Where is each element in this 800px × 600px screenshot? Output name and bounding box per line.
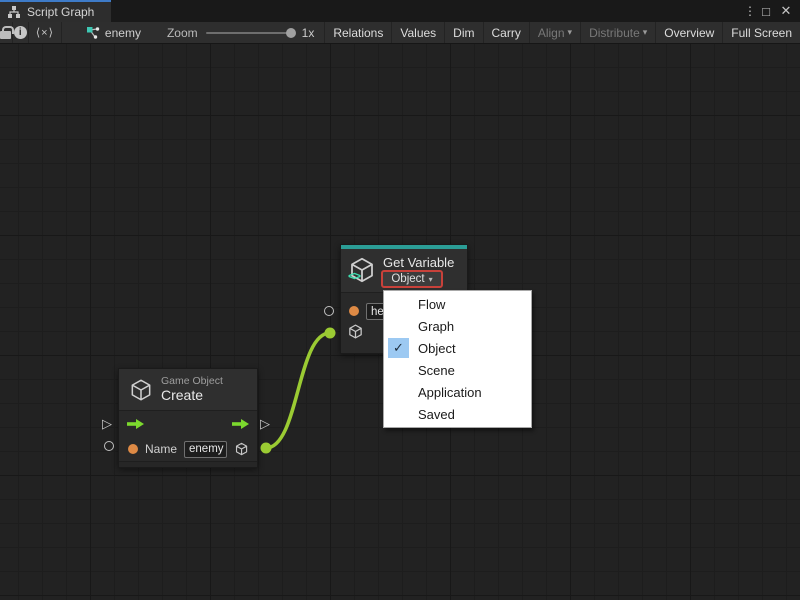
- info-icon: i: [14, 26, 27, 39]
- game-object-port-icon[interactable]: [347, 323, 364, 340]
- getvar-target-port-dot[interactable]: [325, 328, 336, 339]
- zoom-slider-handle[interactable]: [286, 28, 296, 38]
- flow-arrow-in-icon[interactable]: [126, 418, 145, 430]
- close-icon[interactable]: ✕: [778, 3, 794, 19]
- maximize-icon[interactable]: □: [758, 4, 774, 19]
- checkmark-icon: ✓: [388, 338, 409, 358]
- relations-button[interactable]: Relations: [325, 22, 392, 43]
- menu-item-application[interactable]: Application: [384, 381, 531, 403]
- create-flow-in-port[interactable]: ▷: [102, 417, 112, 430]
- chevron-down-icon: ▾: [429, 275, 433, 284]
- variable-kind-dropdown[interactable]: Object ▾: [381, 270, 443, 288]
- variable-kind-menu: Flow Graph ✓ Object Scene Application Sa…: [383, 290, 532, 428]
- create-node-header[interactable]: Game Object Create: [119, 369, 257, 411]
- tab-script-graph[interactable]: Script Graph: [0, 0, 111, 22]
- zoom-label: Zoom: [167, 26, 198, 40]
- connection-cable[interactable]: [266, 333, 330, 448]
- create-node[interactable]: Game Object Create Name enemy: [118, 368, 258, 468]
- overview-button[interactable]: Overview: [656, 22, 723, 43]
- window-menu-icon[interactable]: ⋮: [744, 4, 754, 18]
- zoom-slider[interactable]: [206, 32, 294, 34]
- full-screen-button[interactable]: Full Screen: [723, 22, 800, 43]
- script-graph-window: Script Graph ⋮ □ ✕ i ⟨×⟩ enemy: [0, 0, 800, 600]
- graph-toolbar: i ⟨×⟩ enemy Zoom 1x Relations Values Dim: [0, 22, 800, 44]
- code-icon: ⟨×⟩: [36, 26, 54, 39]
- chevron-down-icon: ▾: [643, 27, 648, 38]
- graph-hierarchy-icon: [7, 5, 21, 19]
- tab-bar: Script Graph ⋮ □ ✕: [0, 0, 800, 22]
- value-port-icon[interactable]: [349, 306, 359, 316]
- graph-node-icon: [86, 26, 100, 40]
- create-flow-out-port[interactable]: ▷: [260, 417, 270, 430]
- carry-button[interactable]: Carry: [484, 22, 530, 43]
- lock-button[interactable]: [0, 22, 13, 43]
- chevron-down-icon: ▾: [568, 27, 573, 38]
- align-button[interactable]: Align▾: [530, 22, 581, 43]
- game-object-port-icon[interactable]: [234, 441, 249, 457]
- name-port-label: Name: [145, 442, 177, 456]
- graph-breadcrumb[interactable]: enemy: [62, 22, 155, 43]
- flow-arrow-out-icon[interactable]: [231, 418, 250, 430]
- create-node-footer: [119, 461, 257, 467]
- name-input-field[interactable]: enemy: [184, 441, 227, 458]
- tab-label: Script Graph: [27, 5, 94, 19]
- code-view-button[interactable]: ⟨×⟩: [29, 22, 62, 43]
- getvar-node-header[interactable]: <> Get Variable Object ▾: [341, 249, 467, 293]
- game-object-cube-icon: [128, 377, 154, 403]
- create-node-title: Create: [161, 387, 223, 403]
- menu-item-scene[interactable]: Scene: [384, 359, 531, 381]
- menu-item-graph[interactable]: Graph: [384, 315, 531, 337]
- graph-canvas[interactable]: ▷ ▷ Game Object Create: [0, 44, 800, 600]
- values-button[interactable]: Values: [392, 22, 445, 43]
- menu-item-saved[interactable]: Saved: [384, 403, 531, 425]
- lock-icon: [0, 31, 11, 39]
- create-output-port-dot[interactable]: [261, 443, 272, 454]
- distribute-button[interactable]: Distribute▾: [581, 22, 656, 43]
- getvar-name-in-port[interactable]: [324, 306, 334, 316]
- create-name-row: Name enemy: [119, 437, 257, 461]
- create-flow-row: [119, 411, 257, 437]
- menu-item-flow[interactable]: Flow: [384, 293, 531, 315]
- info-button[interactable]: i: [13, 22, 29, 43]
- dim-button[interactable]: Dim: [445, 22, 483, 43]
- window-controls: ⋮ □ ✕: [744, 0, 800, 22]
- code-brackets-icon: <>: [348, 269, 360, 283]
- breadcrumb-graph-name: enemy: [105, 26, 141, 40]
- value-port-icon[interactable]: [128, 444, 138, 454]
- create-name-in-port[interactable]: [104, 441, 114, 451]
- create-node-category: Game Object: [161, 375, 223, 387]
- zoom-control: Zoom 1x: [155, 22, 325, 43]
- zoom-value: 1x: [302, 26, 315, 40]
- getvar-node-title: Get Variable: [383, 255, 454, 270]
- toolbar-buttons: Relations Values Dim Carry Align▾ Distri…: [325, 22, 800, 43]
- menu-item-object[interactable]: ✓ Object: [384, 337, 531, 359]
